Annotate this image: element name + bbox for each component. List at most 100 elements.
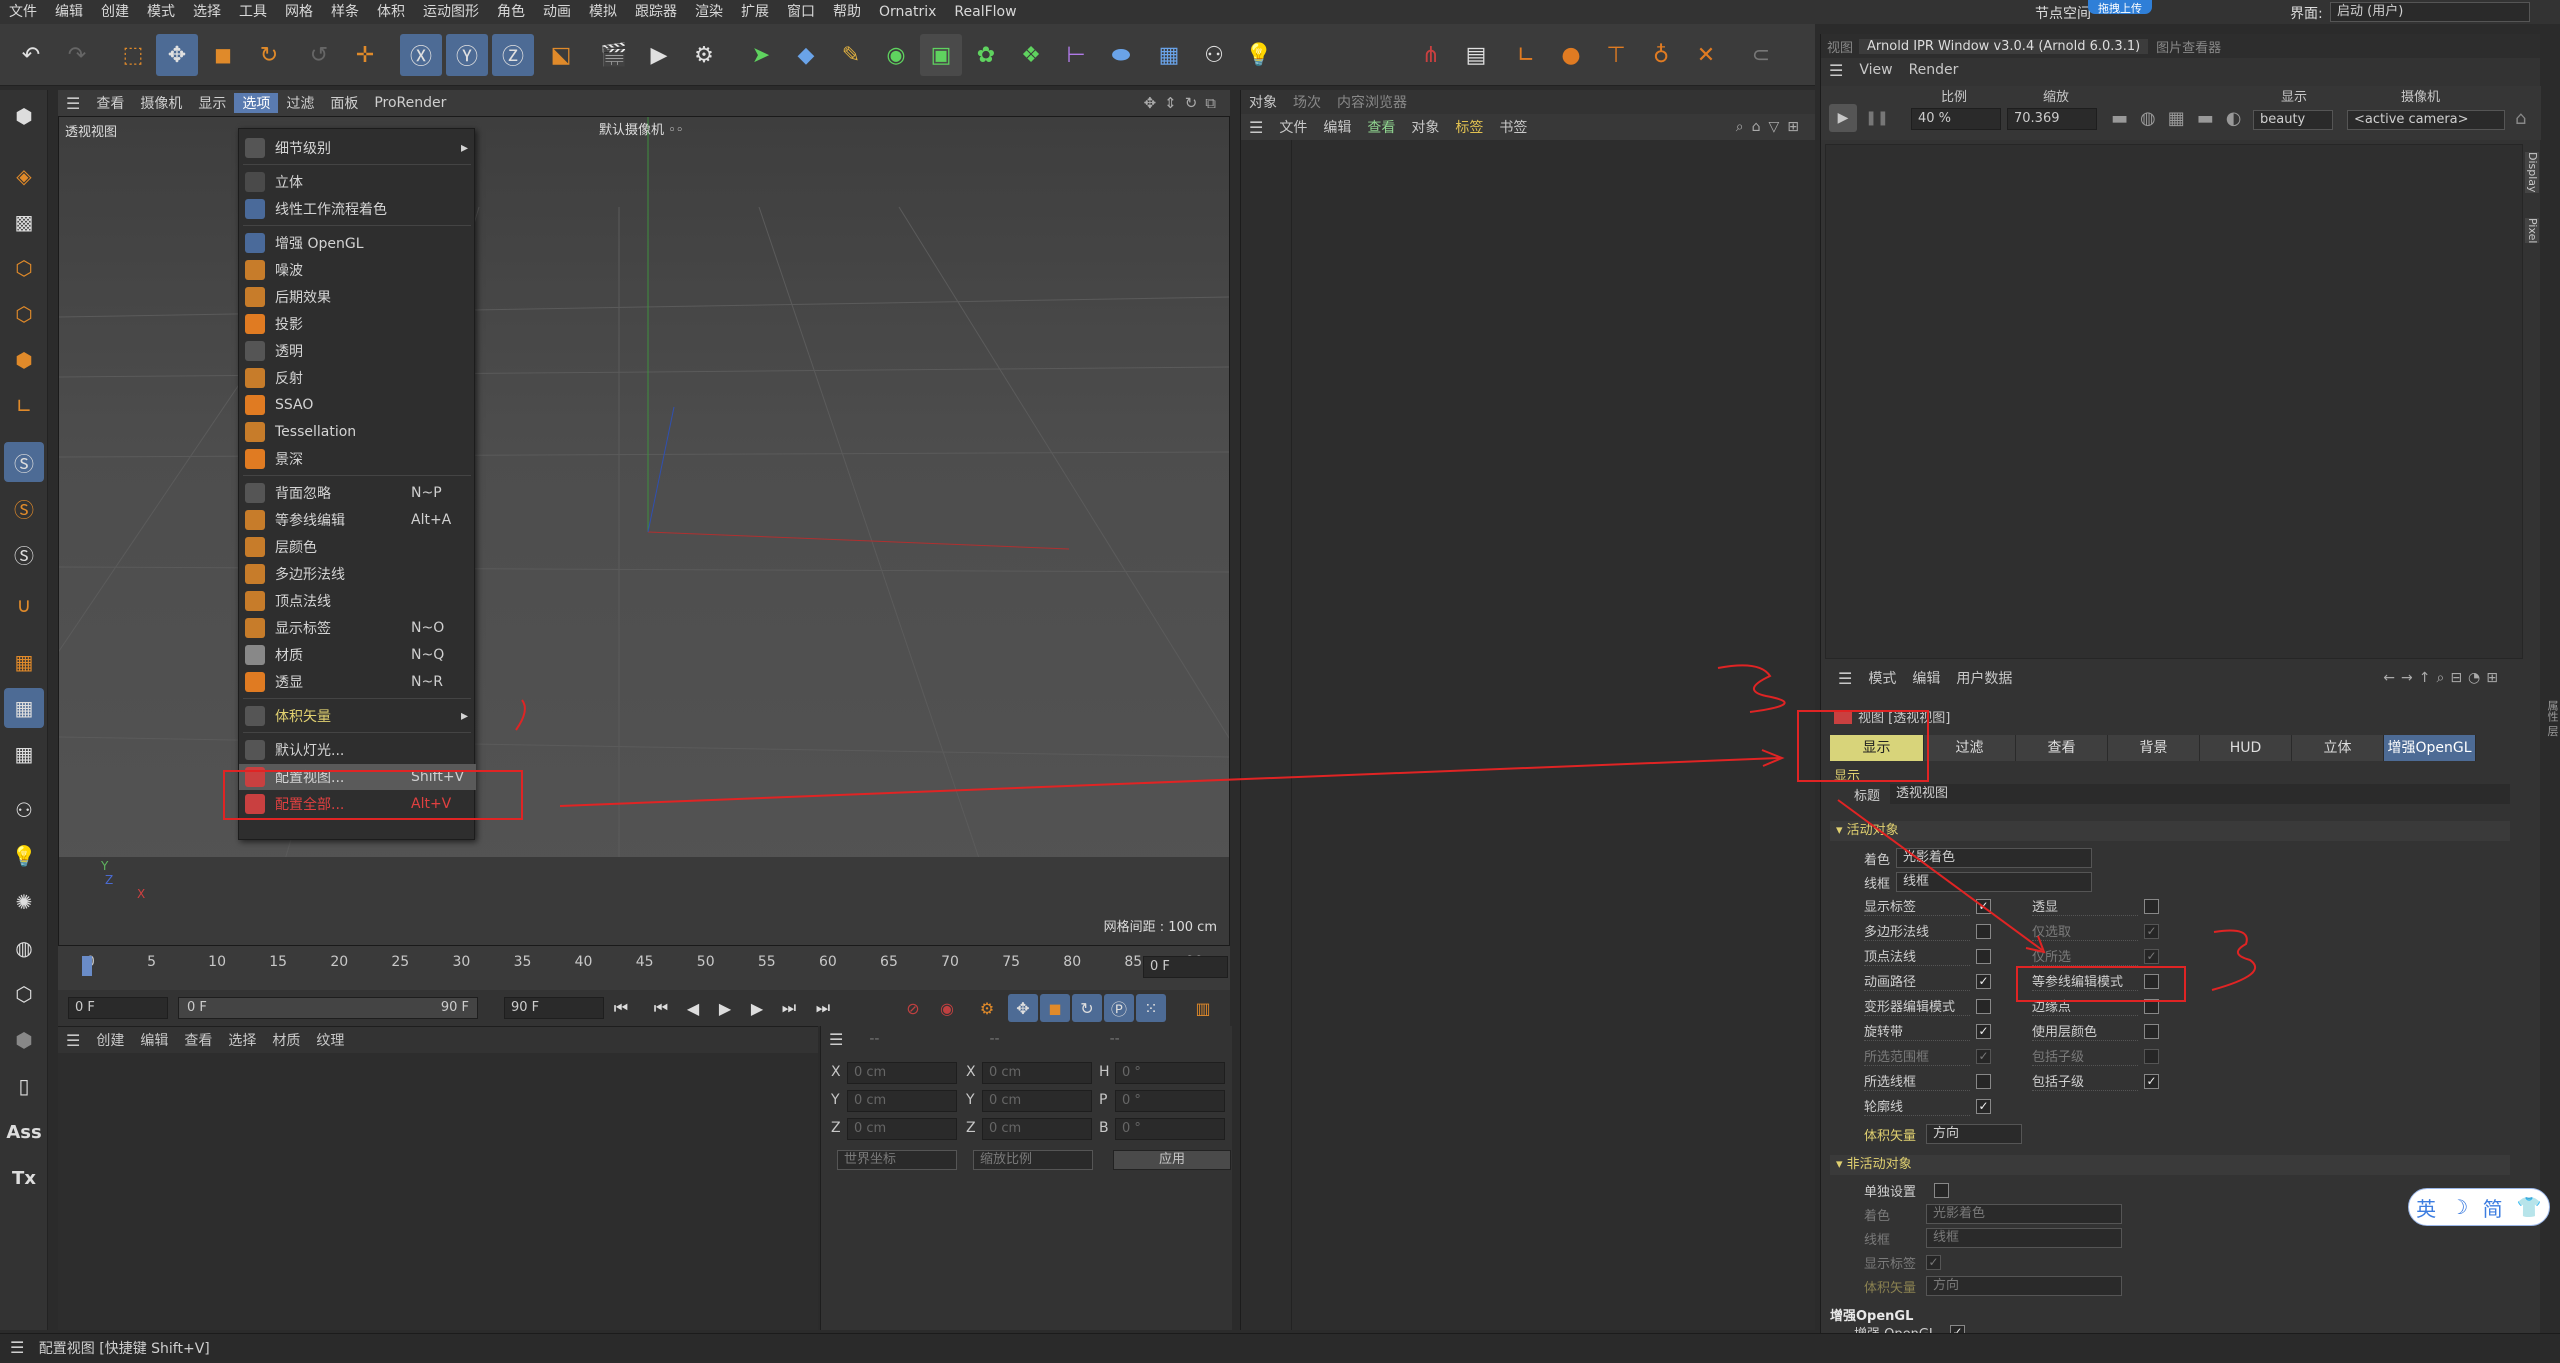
redo-icon[interactable]: ↷ <box>56 34 98 76</box>
ime-simplified-icon[interactable]: 简 <box>2483 1193 2503 1222</box>
world-coordinates-select[interactable]: 世界坐标 <box>837 1150 957 1170</box>
tab-viewer[interactable]: 视图 <box>1821 37 1859 56</box>
arnold-sphere-icon[interactable]: ● <box>1550 34 1592 76</box>
checkbox[interactable] <box>1976 998 1991 1014</box>
timeline-cursor[interactable] <box>82 956 92 976</box>
viewport-menu-display[interactable]: 显示 <box>190 93 234 113</box>
menu-17[interactable]: 帮助 <box>824 0 870 24</box>
attr-tab-5[interactable]: 立体 <box>2292 735 2384 761</box>
model-mode-icon[interactable]: ◈ <box>4 156 44 196</box>
transform-tool-icon[interactable]: ✛ <box>344 34 386 76</box>
options-item-18[interactable]: 材质 N~Q <box>239 642 476 668</box>
checkbox[interactable]: ✓ <box>1976 1023 1991 1039</box>
ipr-play-icon[interactable]: ▶ <box>1829 104 1857 132</box>
options-item-11[interactable]: 景深 <box>239 446 476 472</box>
select-tool-icon[interactable]: ➤ <box>740 34 782 76</box>
workplane-lock-icon[interactable]: ▦ <box>4 688 44 728</box>
camera-select[interactable]: <active camera> <box>2347 110 2505 130</box>
menu-0[interactable]: 文件 <box>0 0 46 24</box>
menu-11[interactable]: 动画 <box>534 0 580 24</box>
options-item-21[interactable]: 默认灯光... <box>239 737 476 763</box>
checkbox[interactable] <box>1976 923 1991 939</box>
viewport-camera-label[interactable]: 默认摄像机 ◦◦ <box>599 119 683 138</box>
checkbox[interactable] <box>2144 1048 2159 1064</box>
hamburger-icon[interactable]: ☰ <box>58 94 88 113</box>
menu-16[interactable]: 窗口 <box>778 0 824 24</box>
live-selection-icon[interactable]: ⬚ <box>112 34 154 76</box>
coord-value-field[interactable]: 0 ° <box>1115 1062 1225 1084</box>
checkbox[interactable]: ✓ <box>2144 948 2159 964</box>
material-menu-icon[interactable]: ☰ <box>58 1031 88 1050</box>
menu-12[interactable]: 模拟 <box>580 0 626 24</box>
zoom-field[interactable]: 70.369 <box>2007 108 2097 130</box>
arnold-skydome-icon[interactable]: ⊤ <box>1595 34 1637 76</box>
attr-tab-2[interactable]: 查看 <box>2016 735 2108 761</box>
next-key-icon[interactable]: ⏭ <box>774 994 804 1022</box>
coord-value-field[interactable]: 0 cm <box>982 1090 1092 1112</box>
shaded-cube-icon[interactable]: ⬢ <box>4 1020 44 1060</box>
menu-19[interactable]: RealFlow <box>945 0 1025 24</box>
light-object-icon[interactable]: 💡 <box>4 836 44 876</box>
tx-export-icon[interactable]: Tx <box>4 1158 44 1198</box>
menu-1[interactable]: 编辑 <box>46 0 92 24</box>
material-menu-material[interactable]: 材质 <box>264 1030 308 1050</box>
options-item-1[interactable]: 立体 <box>239 169 476 195</box>
checkbox[interactable]: ✓ <box>2144 923 2159 939</box>
timeline-ruler[interactable]: 051015202530354045505560657075808590 <box>78 954 1203 978</box>
apply-button[interactable]: 应用 <box>1113 1150 1231 1170</box>
subdivision-icon[interactable]: ◉ <box>875 34 917 76</box>
inactive-wire-select[interactable]: 线框 <box>1926 1228 2122 1248</box>
move-tool-icon[interactable]: ✥ <box>156 34 198 76</box>
menu-13[interactable]: 跟踪器 <box>626 0 686 24</box>
object-menu-object[interactable]: 对象 <box>1403 117 1447 137</box>
autokey-icon[interactable]: ◉ <box>932 994 962 1022</box>
material-menu-select[interactable]: 选择 <box>220 1030 264 1050</box>
attr-tab-3[interactable]: 背景 <box>2108 735 2200 761</box>
ipr-tools-icons[interactable]: ▬◍▦▬◐ <box>2111 108 2253 129</box>
interface-select[interactable]: 启动 (用户) <box>2330 2 2530 22</box>
menu-18[interactable]: Ornatrix <box>870 0 945 24</box>
solo-icon[interactable]: Ⓢ <box>4 534 44 574</box>
options-item-2[interactable]: 线性工作流程着色 <box>239 196 476 222</box>
rotation-key-icon[interactable]: ↻ <box>1072 994 1102 1022</box>
coordinate-system-icon[interactable]: ⬕ <box>540 34 582 76</box>
menu-9[interactable]: 运动图形 <box>414 0 488 24</box>
attr-menu-icon[interactable]: ☰ <box>1830 669 1860 688</box>
camera-object-icon[interactable]: ⚇ <box>4 790 44 830</box>
coord-value-field[interactable]: 0 cm <box>847 1062 957 1084</box>
snapshot-icon[interactable]: ⌂ <box>2515 108 2526 129</box>
checkbox[interactable]: ✓ <box>1976 973 1991 989</box>
floor-icon[interactable]: ▦ <box>1148 34 1190 76</box>
ime-skin-icon[interactable]: 👕 <box>2517 1195 2542 1219</box>
options-item-3[interactable]: 增强 OpenGL <box>239 230 476 256</box>
ipr-side-tab-display[interactable]: Display <box>2525 152 2539 193</box>
object-search-icons[interactable]: ⌕⌂▽⊞ <box>1736 119 1815 135</box>
ipr-render-area[interactable] <box>1825 144 2523 659</box>
options-item-15[interactable]: 多边形法线 <box>239 561 476 587</box>
coord-value-field[interactable]: 0 cm <box>982 1062 1092 1084</box>
position-key-icon[interactable]: ✥ <box>1008 994 1038 1022</box>
grid-plane-icon[interactable]: ▦ <box>4 734 44 774</box>
options-item-6[interactable]: 投影 <box>239 311 476 337</box>
magnet-icon[interactable]: ∪ <box>4 585 44 625</box>
arnold-shader-icon[interactable]: ⋔ <box>1410 34 1452 76</box>
extrude-icon[interactable]: ▣ <box>920 34 962 76</box>
coord-value-field[interactable]: 0 cm <box>847 1090 957 1112</box>
viewport-menu-filter[interactable]: 过滤 <box>278 93 322 113</box>
render-picture-viewer-icon[interactable]: ▶ <box>638 34 680 76</box>
ipr-menu-icon[interactable]: ☰ <box>1821 61 1851 80</box>
ipr-pause-icon[interactable]: ❚❚ <box>1863 104 1891 132</box>
inactive-section-header[interactable]: ▾ 非活动对象 <box>1830 1155 2510 1175</box>
ime-moon-icon[interactable]: ☽ <box>2450 1195 2468 1219</box>
inactive-volume-select[interactable]: 方向 <box>1926 1276 2122 1296</box>
checkbox[interactable] <box>1976 1073 1991 1089</box>
prev-key-icon[interactable]: ⏮ <box>646 994 676 1022</box>
arnold-spot-icon[interactable]: ♁ <box>1640 34 1682 76</box>
coord-value-field[interactable]: 0 ° <box>1115 1118 1225 1140</box>
viewport-nav-icons[interactable]: ✥⇕↻⧉ <box>1144 94 1230 112</box>
snap-icon[interactable]: Ⓢ <box>4 442 44 482</box>
texture-mode-icon[interactable]: ▩ <box>4 202 44 242</box>
checkbox[interactable]: ✓ <box>1976 1048 1991 1064</box>
attr-tab-4[interactable]: HUD <box>2200 735 2292 761</box>
options-item-7[interactable]: 透明 <box>239 338 476 364</box>
